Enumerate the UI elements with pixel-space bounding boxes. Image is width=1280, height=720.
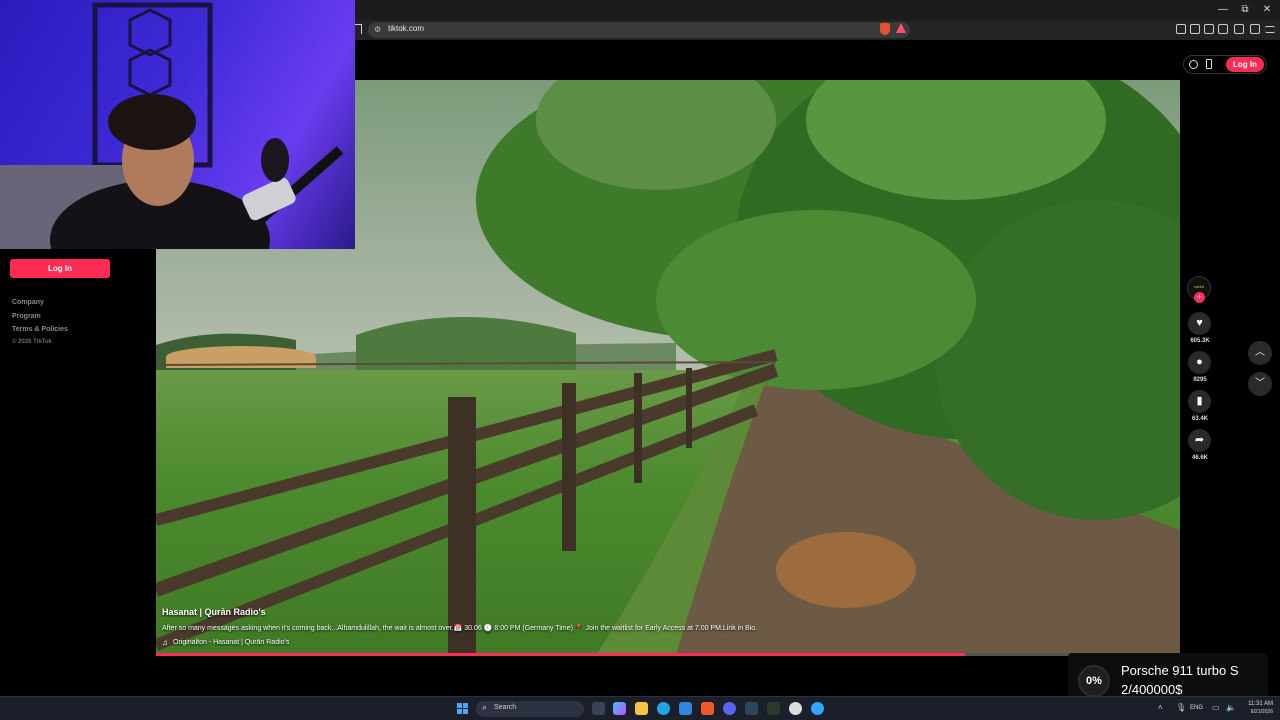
xbox-icon[interactable] [767, 702, 780, 715]
video-progress-bar[interactable] [156, 653, 1180, 656]
header-login-button[interactable]: Log In [1226, 57, 1264, 72]
copilot-icon[interactable] [613, 702, 626, 715]
network-icon[interactable]: ▭ [1212, 703, 1220, 712]
video-music[interactable]: Originalton - Hasanat | Qurān Radio's [173, 639, 289, 646]
task-view-icon[interactable] [592, 702, 605, 715]
footer-link-company[interactable]: Company [12, 299, 44, 306]
search-icon: ⌕ [482, 702, 488, 712]
extension-icon[interactable] [1176, 24, 1186, 34]
follow-plus-icon[interactable]: + [1194, 292, 1205, 303]
music-extension-icon[interactable] [1190, 24, 1200, 34]
file-explorer-icon[interactable] [635, 702, 648, 715]
edge-icon[interactable] [657, 702, 670, 715]
store-icon[interactable] [679, 702, 692, 715]
windows-start-icon[interactable] [457, 703, 468, 714]
discord-icon[interactable] [723, 702, 736, 715]
taskbar: ⌕ Search ˄ 🎙 ENG ▭ 🔈 11:31 AM 6/21/2026 [0, 696, 1280, 720]
device-icon[interactable] [1206, 59, 1212, 69]
copyright-text: © 2026 TikTok [12, 339, 52, 345]
language-indicator[interactable]: ENG [1190, 705, 1203, 711]
comment-icon[interactable]: ● [1188, 351, 1211, 374]
brave-icon[interactable] [701, 702, 714, 715]
bookmark-icon[interactable] [354, 24, 362, 34]
search-label: Search [494, 704, 517, 711]
steam-icon[interactable] [745, 702, 758, 715]
donation-title: Porsche 911 turbo S [1121, 663, 1239, 678]
webcam-overlay [0, 0, 355, 249]
clock-date[interactable]: 6/21/2026 [1240, 709, 1273, 715]
extensions-puzzle-icon[interactable] [1234, 24, 1244, 34]
like-heart-icon[interactable]: ♥ [1188, 312, 1211, 335]
video-progress-fill [156, 653, 965, 656]
chevron-up-icon[interactable]: ︿ [1248, 341, 1272, 365]
close-button[interactable]: ✕ [1258, 3, 1276, 17]
footer-link-terms[interactable]: Terms & Policies [12, 326, 68, 333]
app-icon[interactable] [811, 702, 824, 715]
menu-icon[interactable] [1265, 26, 1275, 33]
volume-icon[interactable]: 🔈 [1226, 703, 1236, 712]
obs-icon[interactable] [789, 702, 802, 715]
compass-icon[interactable] [1189, 60, 1198, 69]
vpn-shield-icon[interactable] [1250, 24, 1260, 34]
video-author[interactable]: Hasanat | Qurān Radio's [162, 607, 266, 617]
webcam-scene [0, 2, 344, 249]
comment-count: 9295 [1193, 377, 1207, 383]
donation-goal: 2/400000$ [1121, 682, 1183, 697]
minimize-button[interactable]: — [1214, 3, 1232, 17]
bookmark-save-icon[interactable]: ▮ [1188, 390, 1211, 413]
music-note-icon: ♫ [162, 638, 168, 647]
microphone-icon[interactable]: 🎙 [1176, 703, 1186, 712]
restore-button[interactable]: ⧉ [1236, 3, 1254, 17]
footer-link-program[interactable]: Program [12, 313, 41, 320]
video-caption: After so many messages asking when it's … [162, 625, 758, 632]
avatar-label: rabbit [1193, 284, 1204, 289]
sidebar-login-button[interactable]: Log In [10, 259, 110, 278]
taskbar-search[interactable]: ⌕ Search [476, 701, 584, 717]
sidebar-toggle-icon[interactable] [1204, 24, 1214, 34]
share-arrow-icon[interactable]: ➦ [1188, 429, 1211, 452]
brave-rewards-icon[interactable] [896, 23, 906, 33]
brave-shield-icon[interactable] [880, 23, 890, 35]
site-info-icon[interactable]: ⚙ [374, 25, 381, 34]
donation-percent: 0% [1078, 665, 1110, 697]
url-text: tiktok.com [388, 24, 425, 33]
chevron-down-icon[interactable]: ﹀ [1248, 372, 1272, 396]
save-count: 63.4K [1191, 416, 1208, 422]
url-field[interactable]: ⚙ tiktok.com [368, 22, 910, 38]
wallet-icon[interactable] [1218, 24, 1228, 34]
clock-time[interactable]: 11:31 AM [1243, 701, 1273, 707]
chevron-up-tray-icon[interactable]: ˄ [1158, 703, 1163, 712]
share-count: 46.6K [1191, 455, 1208, 461]
like-count: 605.3K [1190, 338, 1210, 344]
